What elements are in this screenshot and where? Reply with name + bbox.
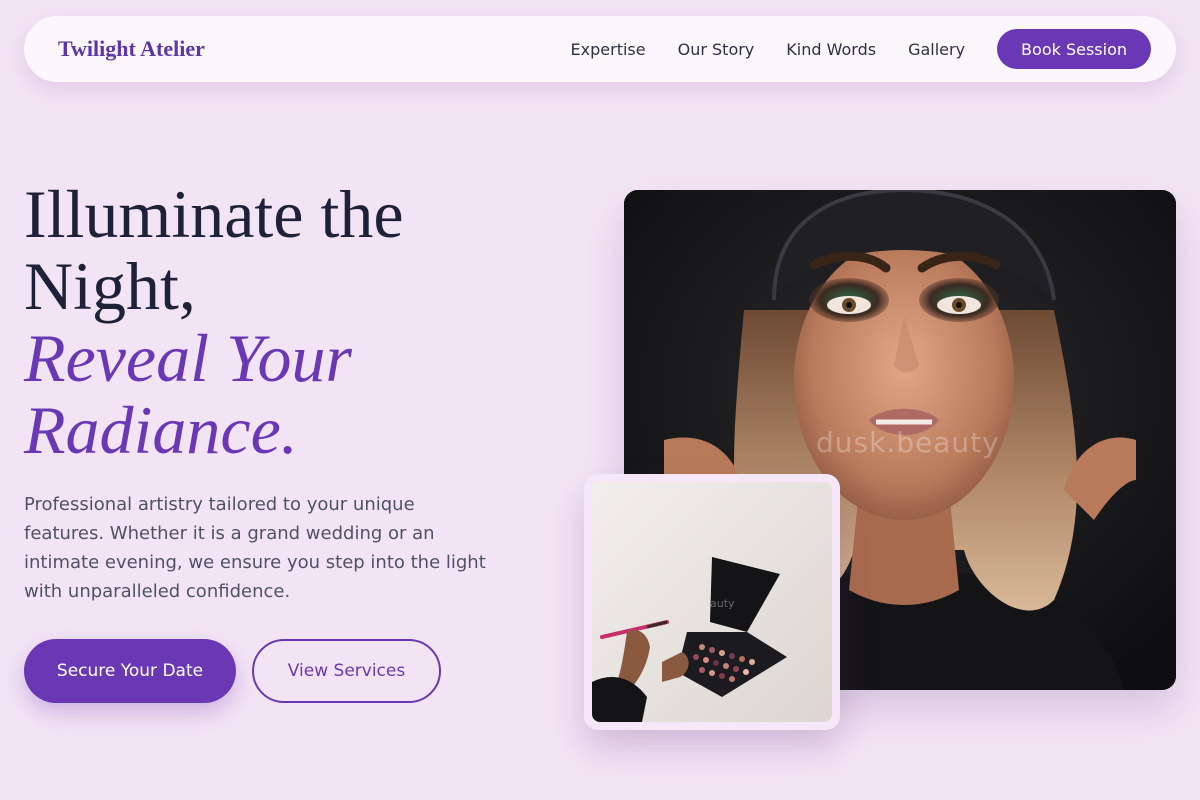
nav-link-kind-words[interactable]: Kind Words — [786, 40, 876, 59]
view-services-button[interactable]: View Services — [252, 639, 441, 703]
nav-link-expertise[interactable]: Expertise — [571, 40, 646, 59]
top-navbar: Twilight Atelier Expertise Our Story Kin… — [24, 16, 1176, 82]
secure-date-button[interactable]: Secure Your Date — [24, 639, 236, 703]
nav-link-gallery[interactable]: Gallery — [908, 40, 965, 59]
hero-accent-line-2: Radiance. — [24, 392, 298, 468]
book-session-button[interactable]: Book Session — [997, 29, 1151, 69]
nav-link-our-story[interactable]: Our Story — [678, 40, 755, 59]
hero-accent-line-1: Reveal Your — [24, 320, 353, 396]
palette-watermark: auty — [710, 597, 735, 610]
nav-links: Expertise Our Story Kind Words Gallery B… — [571, 29, 1151, 69]
portrait-watermark: dusk.beauty — [816, 426, 1000, 459]
palette-image: auty — [592, 482, 832, 722]
hero-heading: Illuminate the Night, Reveal Your Radian… — [24, 178, 584, 466]
hero-title-line-2: Night, — [24, 248, 196, 324]
palette-image-card: auty — [584, 474, 840, 730]
site-logo[interactable]: Twilight Atelier — [58, 36, 205, 62]
hero-description: Professional artistry tailored to your u… — [24, 494, 486, 602]
hero-title-line-1: Illuminate the — [24, 176, 404, 252]
landing-page: Twilight Atelier Expertise Our Story Kin… — [0, 0, 1200, 800]
